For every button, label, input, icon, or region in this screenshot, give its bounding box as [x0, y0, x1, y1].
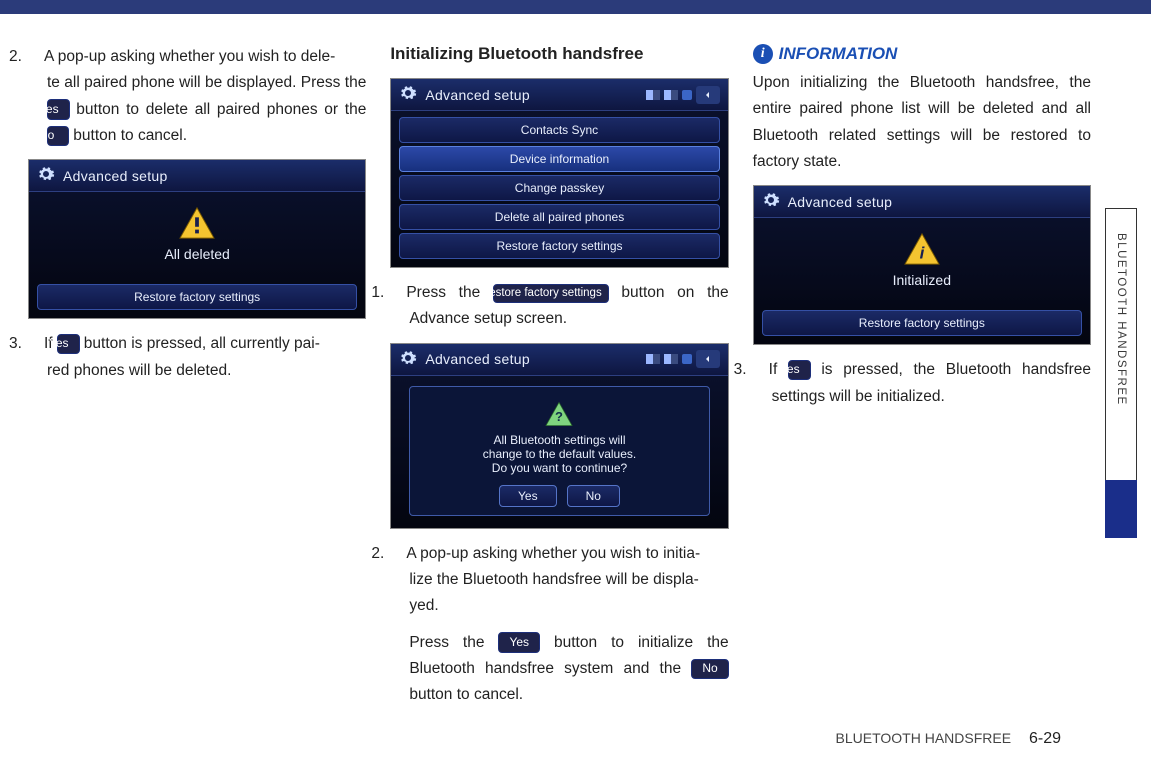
- section-heading: Initializing Bluetooth handsfree: [390, 44, 728, 64]
- footer-section: BLUETOOTH HANDSFREE: [836, 730, 1012, 746]
- page-content: 2.A pop-up asking whether you wish to de…: [0, 14, 1151, 729]
- col1-step3: 3.If Yes button is pressed, all currentl…: [28, 331, 366, 384]
- top-accent-bar: [0, 0, 1151, 14]
- warning-icon: [178, 206, 216, 240]
- info-title: INFORMATION: [779, 44, 898, 64]
- screenshot-all-deleted: Advanced setup All deleted Restore facto…: [28, 159, 366, 319]
- signal-icon: [664, 90, 678, 100]
- gear-icon: [399, 349, 417, 370]
- screenshot-header: Advanced setup: [391, 344, 727, 376]
- yes-button: Yes: [788, 360, 811, 381]
- yes-button: Yes: [47, 99, 70, 120]
- screenshot-menu: Advanced setup Contacts Sync Device info…: [390, 78, 728, 268]
- popup-yes-button[interactable]: Yes: [499, 485, 557, 507]
- info-triangle-icon: i: [903, 232, 941, 266]
- info-heading: i INFORMATION: [753, 44, 1091, 64]
- step-number: 2.: [390, 541, 406, 567]
- screenshot-title: Advanced setup: [425, 87, 530, 103]
- footer-page: 6-29: [1029, 730, 1061, 747]
- screenshot-initialized: Advanced setup i Initialized Restore fac…: [753, 185, 1091, 345]
- gear-icon: [762, 191, 780, 212]
- column-3: i INFORMATION Upon initializing the Blue…: [753, 44, 1091, 719]
- col2-step2-cont: Press the Yes button to initialize the B…: [390, 630, 728, 709]
- menu-item[interactable]: Contacts Sync: [399, 117, 719, 143]
- no-button: No: [47, 126, 69, 147]
- screenshot-header: Advanced setup: [29, 160, 365, 192]
- info-body: Upon initializing the Bluetooth handsfre…: [753, 70, 1091, 175]
- col2-step1: 1.Press the Restore factory settings but…: [390, 280, 728, 333]
- step-number: 2.: [28, 44, 44, 70]
- restore-button[interactable]: Restore factory settings: [37, 284, 357, 310]
- question-icon: ?: [544, 401, 574, 427]
- popup-no-button[interactable]: No: [567, 485, 620, 507]
- back-icon[interactable]: [696, 350, 720, 368]
- screenshot-title: Advanced setup: [425, 351, 530, 367]
- menu-item[interactable]: Delete all paired phones: [399, 204, 719, 230]
- gear-icon: [399, 84, 417, 105]
- popup-text: Do you want to continue?: [420, 461, 698, 475]
- svg-text:?: ?: [556, 409, 564, 424]
- popup-text: change to the default values.: [420, 447, 698, 461]
- screenshot-body: i Initialized Restore factory settings: [754, 218, 1090, 344]
- page-footer: BLUETOOTH HANDSFREE 6-29: [836, 730, 1061, 748]
- signal-icon: [646, 354, 660, 364]
- no-button: No: [691, 659, 728, 680]
- menu-item[interactable]: Device information: [399, 146, 719, 172]
- step-number: 3.: [28, 331, 44, 357]
- bluetooth-icon: [682, 90, 692, 100]
- yes-button: Yes: [498, 632, 540, 653]
- status-icons: [646, 86, 720, 104]
- col1-step2: 2.A pop-up asking whether you wish to de…: [28, 44, 366, 149]
- text: A pop-up asking whether you wish to dele…: [44, 48, 335, 65]
- restore-button: Restore factory settings: [493, 284, 609, 304]
- screenshot-body: All deleted Restore factory settings: [29, 192, 365, 318]
- column-1: 2.A pop-up asking whether you wish to de…: [28, 44, 366, 719]
- status-icons: [646, 350, 720, 368]
- side-tab-label: BLUETOOTH HANDSFREE: [1115, 233, 1127, 406]
- restore-button[interactable]: Restore factory settings: [762, 310, 1082, 336]
- side-tab-marker: [1105, 480, 1137, 538]
- menu-item[interactable]: Restore factory settings: [399, 233, 719, 259]
- popup-text: All Bluetooth settings will: [420, 433, 698, 447]
- step-number: 1.: [390, 280, 406, 306]
- confirm-popup: ? All Bluetooth settings will change to …: [409, 386, 709, 516]
- signal-icon: [664, 354, 678, 364]
- col3-step3: 3.If Yes is pressed, the Bluetooth hands…: [753, 357, 1091, 410]
- menu-item[interactable]: Change passkey: [399, 175, 719, 201]
- info-icon: i: [753, 44, 773, 64]
- col2-step2: 2.A pop-up asking whether you wish to in…: [390, 541, 728, 620]
- column-2: Initializing Bluetooth handsfree Advance…: [390, 44, 728, 719]
- screenshot-title: Advanced setup: [788, 194, 893, 210]
- signal-icon: [646, 90, 660, 100]
- screenshot-header: Advanced setup: [754, 186, 1090, 218]
- gear-icon: [37, 165, 55, 186]
- back-icon[interactable]: [696, 86, 720, 104]
- menu-list: Contacts Sync Device information Change …: [391, 111, 727, 267]
- bluetooth-icon: [682, 354, 692, 364]
- screenshot-header: Advanced setup: [391, 79, 727, 111]
- step-number: 3.: [753, 357, 769, 383]
- yes-button: Yes: [57, 334, 80, 355]
- screenshot-confirm: Advanced setup ? All Bluetooth settings …: [390, 343, 728, 529]
- screenshot-message: Initialized: [762, 272, 1082, 288]
- screenshot-message: All deleted: [37, 246, 357, 262]
- text: red phones will be deleted.: [47, 362, 231, 379]
- screenshot-title: Advanced setup: [63, 168, 168, 184]
- text: te all paired phone will be displayed. P…: [47, 74, 366, 144]
